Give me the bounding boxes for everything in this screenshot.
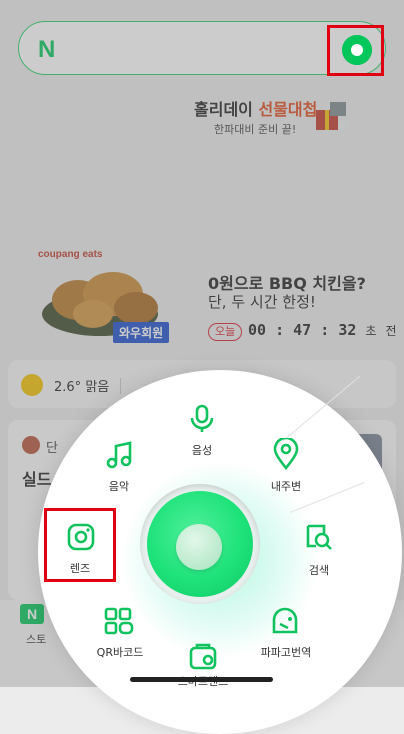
location-pin-icon[interactable] [272, 438, 300, 470]
microphone-icon[interactable] [189, 404, 215, 434]
green-dot-highlighted-icon[interactable] [342, 35, 372, 65]
search-icon[interactable] [304, 522, 334, 552]
menu-music-label[interactable]: 음악 [101, 478, 137, 494]
smart-lens-icon[interactable] [188, 642, 218, 670]
qr-barcode-icon[interactable] [103, 606, 135, 636]
highlight-box-lens [44, 508, 116, 582]
music-note-icon[interactable] [104, 440, 134, 470]
menu-qr-label[interactable]: QR바코드 [92, 644, 148, 660]
home-indicator [130, 677, 273, 682]
menu-search-label[interactable]: 검색 [301, 562, 337, 578]
papago-translate-icon[interactable] [270, 606, 300, 636]
menu-nearby-label[interactable]: 내주변 [262, 478, 310, 494]
menu-voice-label[interactable]: 음성 [184, 442, 220, 458]
menu-translate-label[interactable]: 파파고번역 [256, 644, 316, 660]
center-knob[interactable] [176, 524, 222, 570]
